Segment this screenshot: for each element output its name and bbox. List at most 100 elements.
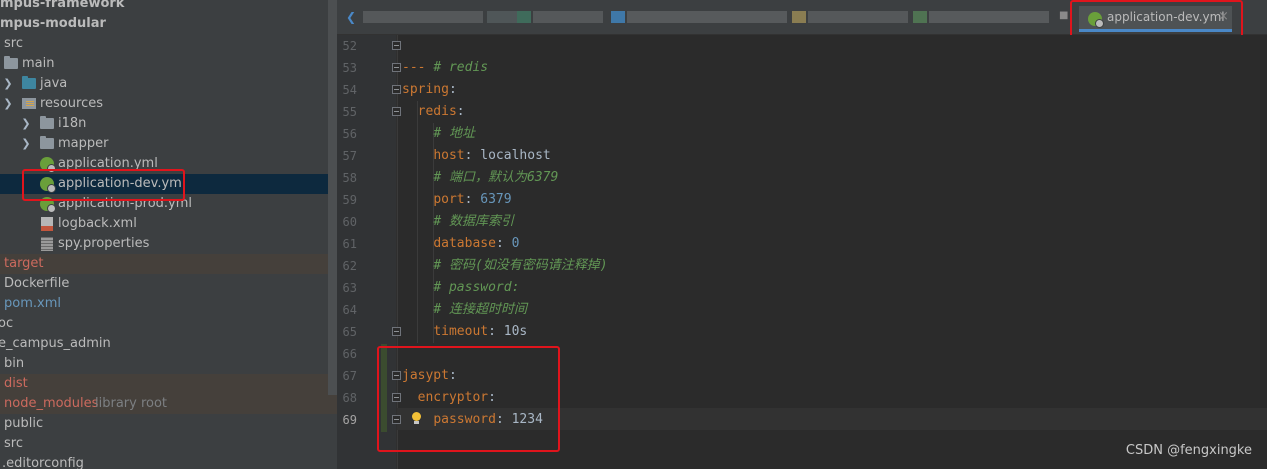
- line-number: 66: [342, 347, 357, 361]
- line-number: 68: [342, 391, 357, 405]
- tree-item-editorconfig[interactable]: .editorconfig: [0, 454, 337, 469]
- yaml-key: database: [433, 236, 496, 251]
- blurred-tab[interactable]: [792, 11, 806, 23]
- yaml-text: [402, 258, 433, 273]
- tree-item-logback-xml[interactable]: logback.xml: [0, 214, 337, 234]
- yaml-text: [402, 126, 433, 141]
- chevron-right-icon[interactable]: ❯: [3, 74, 13, 94]
- tree-item-label: target: [4, 256, 44, 271]
- tree-item-label: resources: [40, 96, 104, 111]
- tree-item-label: src: [4, 436, 23, 451]
- tree-item-spy-properties[interactable]: spy.properties: [0, 234, 337, 254]
- tree-item-public[interactable]: public: [0, 414, 337, 434]
- editor-tab-strip: ❮ ■ application-dev.yml ×: [337, 0, 1267, 38]
- tree-item-node-modules[interactable]: node_modules library root: [0, 394, 337, 414]
- yaml-number: 0: [511, 236, 520, 251]
- tree-item-dist[interactable]: dist: [0, 374, 337, 394]
- folder-icon: [4, 56, 18, 69]
- code-line[interactable]: host: localhost: [402, 145, 550, 167]
- tree-item-pom-xml[interactable]: pom.xml: [0, 294, 337, 314]
- tree-item-label: e_campus_admin: [0, 336, 111, 351]
- tree-item-label: i18n: [58, 116, 87, 131]
- blurred-tab[interactable]: [363, 11, 483, 23]
- code-line[interactable]: spring:: [402, 79, 457, 101]
- folder-icon: [40, 116, 54, 129]
- yaml-key: spring: [402, 82, 449, 97]
- tree-item-main[interactable]: main: [0, 54, 337, 74]
- tree-item-bin[interactable]: bin: [0, 354, 337, 374]
- code-editor[interactable]: 52 53 54 55 56 57 58 59 60 61 62 63 64 65 66 67 68 69 ---…: [337, 35, 1267, 469]
- tree-item-campus-modular[interactable]: mpus-modular: [0, 14, 337, 34]
- tree-item-doc[interactable]: oc: [0, 314, 337, 334]
- tree-item-campus-framework[interactable]: mpus-framework: [0, 0, 337, 14]
- blurred-tab[interactable]: [808, 11, 908, 23]
- tree-item-src[interactable]: src: [0, 34, 337, 54]
- code-line[interactable]: # 密码(如没有密码请注释掉): [402, 255, 608, 277]
- yaml-comment: # password:: [433, 280, 520, 295]
- line-number: 57: [342, 149, 357, 163]
- chevron-down-icon[interactable]: ❯: [3, 94, 13, 114]
- yaml-number: 6379: [480, 192, 512, 207]
- fold-marker-icon[interactable]: [392, 63, 401, 72]
- line-number: 69: [342, 413, 357, 427]
- blurred-tab[interactable]: [611, 11, 625, 23]
- code-line[interactable]: # 连接超时时间: [402, 299, 527, 321]
- yaml-text: [402, 170, 433, 185]
- tree-item-resources[interactable]: ❯ resources: [0, 94, 337, 114]
- fold-marker-icon[interactable]: [392, 41, 401, 50]
- watermark: CSDN @fengxingke: [1125, 443, 1252, 458]
- tree-item-mapper[interactable]: ❯ mapper: [0, 134, 337, 154]
- yaml-key: timeout: [433, 324, 489, 339]
- fold-marker-icon[interactable]: [392, 107, 401, 116]
- line-number: 59: [342, 193, 357, 207]
- blurred-tab[interactable]: [487, 11, 517, 23]
- tree-scrollbar[interactable]: [328, 0, 337, 395]
- yaml-text: [402, 148, 433, 163]
- yaml-comment: # redis: [433, 60, 489, 75]
- chevron-right-icon[interactable]: ❯: [21, 134, 31, 154]
- blurred-tab[interactable]: [913, 11, 927, 23]
- code-line[interactable]: # 数据库索引: [402, 211, 514, 233]
- line-number: 65: [342, 325, 357, 339]
- tree-item-i18n[interactable]: ❯ i18n: [0, 114, 337, 134]
- code-line[interactable]: # password:: [402, 277, 519, 299]
- code-line[interactable]: timeout: 10s: [402, 321, 527, 343]
- tree-item-java[interactable]: ❯ java: [0, 74, 337, 94]
- code-line[interactable]: # 端口，默认为6379: [402, 167, 558, 189]
- code-line[interactable]: redis:: [402, 101, 465, 123]
- line-number: 58: [342, 171, 357, 185]
- tree-item-target[interactable]: target: [0, 254, 337, 274]
- code-line[interactable]: database: 0: [402, 233, 519, 255]
- yaml-text: [402, 280, 433, 295]
- line-number: 67: [342, 369, 357, 383]
- properties-file-icon: [41, 237, 53, 251]
- code-line[interactable]: --- # redis: [402, 57, 488, 79]
- yaml-text: :: [464, 192, 481, 207]
- yaml-key: host: [433, 148, 465, 163]
- yaml-comment: # 密码(如没有密码请注释掉): [433, 258, 608, 273]
- yaml-text: [402, 192, 433, 207]
- yaml-key: port: [433, 192, 465, 207]
- blurred-tab[interactable]: [533, 11, 603, 23]
- folder-icon: [40, 136, 54, 149]
- resources-folder-icon: [22, 98, 36, 109]
- blurred-tab[interactable]: [929, 11, 1049, 23]
- line-number: 60: [342, 215, 357, 229]
- blurred-tab[interactable]: [627, 11, 787, 23]
- code-line[interactable]: port: 6379: [402, 189, 512, 211]
- tree-item-dockerfile[interactable]: Dockerfile: [0, 274, 337, 294]
- fold-marker-icon[interactable]: [392, 85, 401, 94]
- yaml-comment: # 连接超时时间: [433, 302, 527, 317]
- tree-item-label: public: [4, 416, 44, 431]
- pin-icon[interactable]: ■: [1059, 10, 1068, 21]
- code-line[interactable]: # 地址: [402, 123, 475, 145]
- blurred-tab[interactable]: [517, 11, 531, 23]
- yaml-text: [402, 236, 433, 251]
- fold-marker-icon[interactable]: [392, 327, 401, 336]
- tree-item-campus-admin[interactable]: e_campus_admin: [0, 334, 337, 354]
- tab-scroll-left-icon[interactable]: ❮: [346, 10, 356, 24]
- tree-item-label: mpus-framework: [0, 0, 125, 11]
- tree-item-src-2[interactable]: src: [0, 434, 337, 454]
- yaml-key: redis: [417, 104, 457, 119]
- chevron-right-icon[interactable]: ❯: [21, 114, 31, 134]
